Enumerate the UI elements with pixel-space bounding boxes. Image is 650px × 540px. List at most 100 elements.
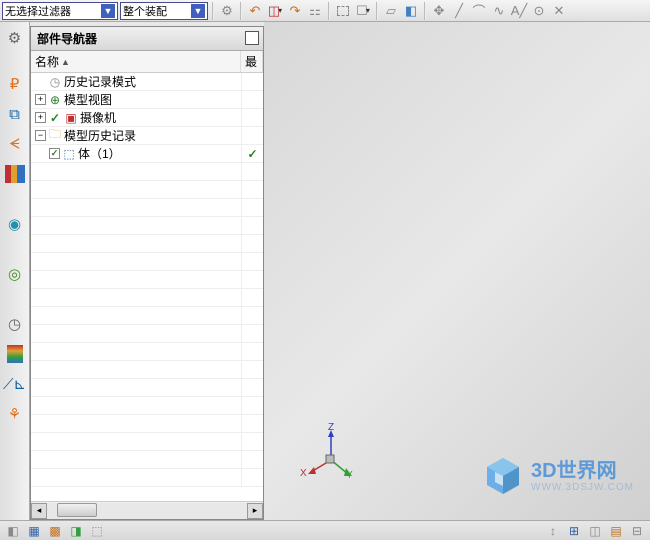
column-last[interactable]: 最 <box>241 51 263 72</box>
empty-row <box>31 181 263 199</box>
constraint-navigator-icon[interactable]: ᗕ <box>3 132 27 156</box>
bottom-tool-5[interactable]: ⬚ <box>88 523 106 539</box>
empty-row <box>31 397 263 415</box>
tool-misc-button[interactable]: ⚏ <box>306 2 324 20</box>
undo-button[interactable]: ↶ <box>246 2 264 20</box>
empty-row <box>31 361 263 379</box>
empty-row <box>31 379 263 397</box>
separator <box>212 2 214 20</box>
part-navigator-icon[interactable]: ₽ <box>3 72 27 96</box>
item-label: 历史记录模式 <box>64 73 136 90</box>
tool-dropdown-button[interactable]: ☐▾ <box>354 2 372 20</box>
tree-header: 名称 ▲ 最 <box>31 51 263 73</box>
scroll-left-icon[interactable]: ◂ <box>31 503 47 519</box>
spline-button[interactable]: A╱ <box>510 2 528 20</box>
empty-row <box>31 451 263 469</box>
empty-row <box>31 415 263 433</box>
bottom-tool-r1[interactable]: ↕ <box>544 523 562 539</box>
clock-icon: ◷ <box>48 75 62 89</box>
robot-icon[interactable]: ⚘ <box>3 402 27 426</box>
scroll-thumb[interactable] <box>57 503 97 517</box>
navigator-title: 部件导航器 <box>37 30 97 47</box>
empty-row <box>31 253 263 271</box>
scroll-track[interactable] <box>47 503 247 519</box>
empty-row <box>31 433 263 451</box>
horizontal-scrollbar[interactable]: ◂ ▸ <box>31 501 263 519</box>
panel-maximize-icon[interactable] <box>245 31 259 45</box>
point-button[interactable]: ⊙ <box>530 2 548 20</box>
tree-row-camera[interactable]: + ✓ ▣ 摄像机 <box>31 109 263 127</box>
tree-row-model-history[interactable]: − 🗀 模型历史记录 <box>31 127 263 145</box>
web-icon[interactable]: ◎ <box>3 262 27 286</box>
bottom-tool-r3[interactable]: ◫ <box>586 523 604 539</box>
bottom-tool-1[interactable]: ◧ <box>4 523 22 539</box>
watermark-cube-icon <box>483 456 523 496</box>
tree-row-history-mode[interactable]: ◷ 历史记录模式 <box>31 73 263 91</box>
assembly-dropdown[interactable]: 整个装配 ▼ <box>120 2 208 20</box>
expand-icon[interactable]: + <box>35 112 46 123</box>
dropdown-arrow-icon: ▼ <box>101 4 115 18</box>
filter-dropdown[interactable]: 无选择过滤器 ▼ <box>2 2 118 20</box>
left-sidebar: ⚙ ₽ ⧉ ᗕ ◉ ◎ ◷ ⟋⊾ ⚘ <box>0 22 30 520</box>
settings-icon[interactable]: ⚙ <box>3 26 27 50</box>
empty-row <box>31 217 263 235</box>
measure-icon[interactable]: ⟋⊾ <box>3 372 27 396</box>
tree-body: ◷ 历史记录模式 + ⊕ 模型视图 + ✓ ▣ 摄像机 <box>31 73 263 501</box>
watermark-main: 3D世界网 <box>531 460 634 482</box>
column-name[interactable]: 名称 ▲ <box>31 51 241 72</box>
separator <box>424 2 426 20</box>
empty-row <box>31 325 263 343</box>
watermark: 3D世界网 WWW.3DSJW.COM <box>483 456 634 496</box>
empty-row <box>31 343 263 361</box>
last-cell <box>241 91 263 108</box>
column-last-label: 最 <box>245 53 257 70</box>
tree-row-model-view[interactable]: + ⊕ 模型视图 <box>31 91 263 109</box>
top-toolbar: 无选择过滤器 ▼ 整个装配 ▼ ⚙ ↶ ◫▾ ↷ ⚏ ☐▾ ▱ ◧ ✥ ╱ ⌒ … <box>0 0 650 22</box>
last-cell <box>241 127 263 144</box>
arc-button[interactable]: ⌒ <box>470 2 488 20</box>
camera-icon: ▣ <box>64 111 78 125</box>
shaded-button[interactable]: ◧ <box>402 2 420 20</box>
scroll-right-icon[interactable]: ▸ <box>247 503 263 519</box>
tool-box-button[interactable]: ◫▾ <box>266 2 284 20</box>
select-rect-button[interactable] <box>334 2 352 20</box>
check-icon: ✓ <box>48 111 62 125</box>
watermark-text: 3D世界网 WWW.3DSJW.COM <box>531 460 634 493</box>
books-icon[interactable] <box>3 162 27 186</box>
axis-x-label: X <box>300 468 307 479</box>
move-button[interactable]: ✥ <box>430 2 448 20</box>
clock-green-icon: ⊕ <box>48 93 62 107</box>
redo-button[interactable]: ↷ <box>286 2 304 20</box>
assembly-navigator-icon[interactable]: ⧉ <box>3 102 27 126</box>
curve-button[interactable]: ∿ <box>490 2 508 20</box>
wireframe-button[interactable]: ▱ <box>382 2 400 20</box>
bottom-tool-r4[interactable]: ▤ <box>607 523 625 539</box>
empty-row <box>31 289 263 307</box>
coordinate-triad: Z X Y <box>306 430 356 480</box>
bottom-tool-3[interactable]: ▩ <box>46 523 64 539</box>
line-button[interactable]: ╱ <box>450 2 468 20</box>
bottom-tool-r2[interactable]: ⊞ <box>565 523 583 539</box>
dropdown-arrow-icon: ▼ <box>191 4 205 18</box>
filter-dropdown-label: 无选择过滤器 <box>5 3 71 19</box>
item-label: 模型历史记录 <box>64 127 136 144</box>
info-icon[interactable]: ◉ <box>3 212 27 236</box>
expand-icon[interactable]: + <box>35 94 46 105</box>
bottom-tool-2[interactable]: ▦ <box>25 523 43 539</box>
collapse-icon[interactable]: − <box>35 130 46 141</box>
bottom-tool-r5[interactable]: ⊟ <box>628 523 646 539</box>
history-icon[interactable]: ◷ <box>3 312 27 336</box>
tool-gear-button[interactable]: ⚙ <box>218 2 236 20</box>
viewport-3d[interactable]: Z X Y 3D世界网 WWW.3DSJW.COM <box>264 22 650 520</box>
empty-row <box>31 271 263 289</box>
part-navigator-panel: 部件导航器 名称 ▲ 最 ◷ 历史记录模式 + <box>30 26 264 520</box>
tree-row-body-1[interactable]: ✓ ⬚ 体（1） ✓ <box>31 145 263 163</box>
assembly-dropdown-label: 整个装配 <box>123 3 167 19</box>
color-bar-icon[interactable] <box>3 342 27 366</box>
bottom-toolbar: ◧ ▦ ▩ ◨ ⬚ ↕ ⊞ ◫ ▤ ⊟ <box>0 520 650 540</box>
checkbox-icon[interactable]: ✓ <box>49 148 60 159</box>
empty-row <box>31 307 263 325</box>
check-icon: ✓ <box>246 147 260 161</box>
tool-x-button[interactable]: ✕ <box>550 2 568 20</box>
bottom-tool-4[interactable]: ◨ <box>67 523 85 539</box>
